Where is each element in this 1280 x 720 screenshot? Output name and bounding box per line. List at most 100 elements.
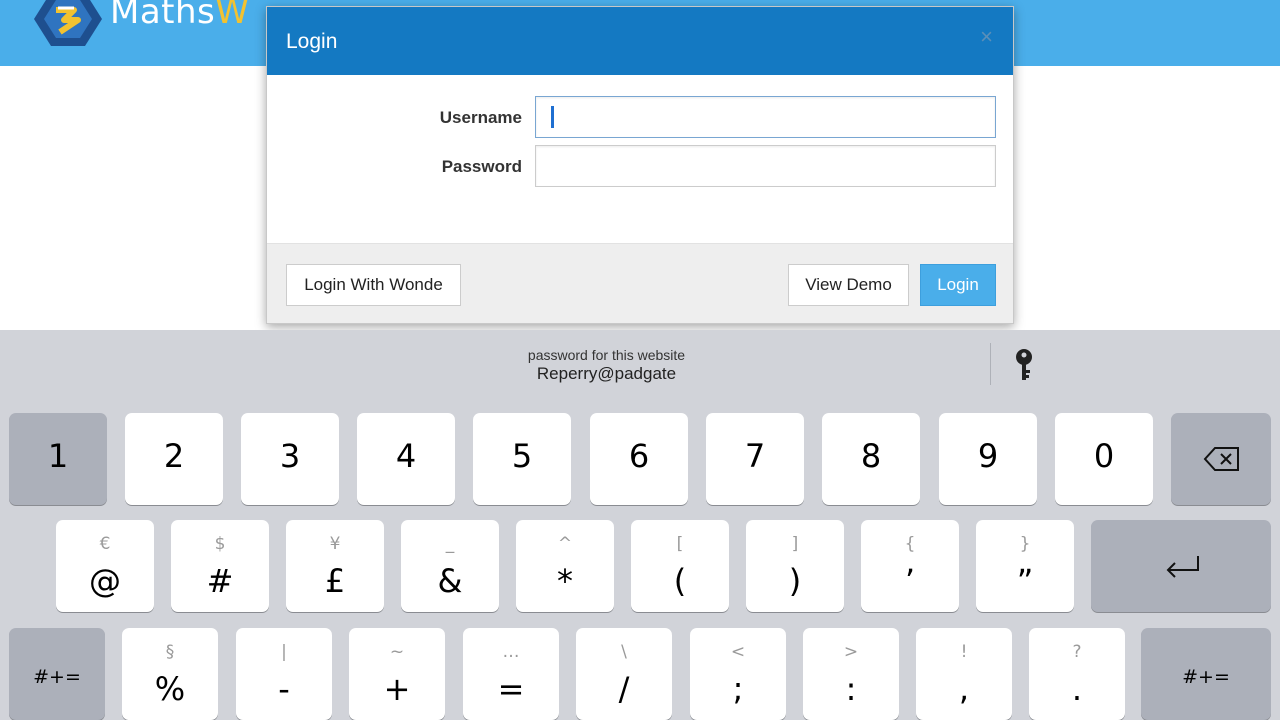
key-alt-label: ^ — [557, 534, 573, 554]
key-label: + — [383, 670, 411, 708]
key-icon[interactable] — [1012, 348, 1036, 382]
key-row2-3[interactable]: _ & — [401, 520, 499, 612]
key-label: # — [206, 562, 234, 600]
key-alt-label: ¥ — [329, 534, 341, 554]
close-icon[interactable]: × — [980, 26, 993, 48]
key-row3-2[interactable]: ~ + — [349, 628, 445, 720]
key-label: , — [958, 670, 970, 708]
dialog-title: Login — [286, 30, 338, 53]
username-input[interactable] — [535, 96, 996, 138]
key-alt-label: > — [843, 642, 859, 662]
brand-part-2: W — [215, 0, 250, 32]
key-label: £ — [324, 562, 346, 600]
key-label: 6 — [628, 437, 650, 475]
key-row3-5[interactable]: <; — [690, 628, 786, 720]
key-row2-5[interactable]: [( — [631, 520, 729, 612]
key-alt-label: ~ — [389, 642, 405, 662]
key-label: ’ — [904, 562, 916, 600]
key-5[interactable]: 5 — [473, 413, 571, 505]
key-3[interactable]: 3 — [241, 413, 339, 505]
key-alt-label: < — [730, 642, 746, 662]
key-alt-label: \ — [621, 642, 627, 662]
key-label: . — [1071, 670, 1083, 708]
key-7[interactable]: 7 — [706, 413, 804, 505]
login-button[interactable]: Login — [920, 264, 996, 306]
text-cursor — [551, 106, 554, 128]
key-label: / — [618, 670, 630, 708]
key-alt-label: $ — [214, 534, 226, 554]
key-row2-0[interactable]: € @ — [56, 520, 154, 612]
key-alt-label: ! — [960, 642, 968, 662]
key-9[interactable]: 9 — [939, 413, 1037, 505]
key-label: ” — [1016, 562, 1034, 600]
key-label: @ — [89, 562, 121, 600]
brand-part-1: Maths — [110, 0, 216, 32]
symbols-key-left[interactable]: #+= — [9, 628, 105, 720]
symbols-key-right[interactable]: #+= — [1141, 628, 1271, 720]
dialog-header: Login × — [267, 7, 1013, 75]
key-label: 0 — [1093, 437, 1115, 475]
key-label: - — [278, 670, 290, 708]
key-label: = — [497, 670, 525, 708]
key-label: ( — [673, 562, 687, 600]
key-label: 8 — [860, 437, 882, 475]
key-row2-2[interactable]: ¥ £ — [286, 520, 384, 612]
login-dialog: Login × Username Password Login With Won… — [266, 6, 1014, 324]
key-alt-label: ? — [1072, 642, 1082, 662]
key-2[interactable]: 2 — [125, 413, 223, 505]
key-row2-1[interactable]: $ # — [171, 520, 269, 612]
key-alt-label: | — [281, 642, 287, 662]
key-alt-label: ] — [791, 534, 799, 554]
key-alt-label: € — [99, 534, 111, 554]
password-input[interactable] — [535, 145, 996, 187]
key-row3-7[interactable]: !, — [916, 628, 1012, 720]
key-label: : — [845, 670, 857, 708]
key-row3-4[interactable]: \ / — [576, 628, 672, 720]
key-label: 5 — [511, 437, 533, 475]
key-row3-6[interactable]: >: — [803, 628, 899, 720]
key-row3-0[interactable]: §% — [122, 628, 218, 720]
key-label: ; — [732, 670, 744, 708]
key-label: #+= — [1182, 666, 1230, 688]
key-row3-3[interactable]: … = — [463, 628, 559, 720]
key-alt-label: § — [165, 642, 175, 662]
key-label: 1 — [47, 437, 69, 475]
key-row2-7[interactable]: {’ — [861, 520, 959, 612]
key-0[interactable]: 0 — [1055, 413, 1153, 505]
key-label: 4 — [395, 437, 417, 475]
key-label: * — [557, 562, 573, 600]
dialog-footer: Login With Wonde View Demo Login — [267, 243, 1013, 323]
key-row2-6[interactable]: ]) — [746, 520, 844, 612]
key-label: 7 — [744, 437, 766, 475]
key-6[interactable]: 6 — [590, 413, 688, 505]
login-with-wonde-button[interactable]: Login With Wonde — [286, 264, 461, 306]
key-alt-label: … — [502, 642, 520, 662]
key-row2-8[interactable]: }” — [976, 520, 1074, 612]
key-alt-label: { — [904, 534, 916, 554]
suggestion-divider — [990, 343, 991, 385]
key-label: ) — [788, 562, 802, 600]
key-alt-label: } — [1019, 534, 1031, 554]
key-label: & — [437, 562, 463, 600]
key-row2-4[interactable]: ^ * — [516, 520, 614, 612]
password-label: Password — [441, 157, 522, 176]
username-label: Username — [439, 108, 522, 127]
key-label: 2 — [163, 437, 185, 475]
key-alt-label: _ — [445, 534, 455, 554]
key-8[interactable]: 8 — [822, 413, 920, 505]
key-label: #+= — [33, 666, 81, 688]
return-icon — [1166, 556, 1199, 578]
return-key[interactable] — [1091, 520, 1271, 612]
mathswatch-logo-icon — [34, 0, 102, 46]
key-row3-1[interactable]: | - — [236, 628, 332, 720]
brand-name: MathsW — [110, 0, 249, 32]
key-1[interactable]: 1 — [9, 413, 107, 505]
key-row3-8[interactable]: ?. — [1029, 628, 1125, 720]
backspace-key[interactable] — [1171, 413, 1271, 505]
key-label: % — [154, 670, 186, 708]
key-4[interactable]: 4 — [357, 413, 455, 505]
backspace-icon — [1203, 447, 1239, 471]
key-alt-label: [ — [676, 534, 684, 554]
on-screen-keyboard: password for this website Reperry@padgat… — [0, 330, 1280, 720]
view-demo-button[interactable]: View Demo — [788, 264, 909, 306]
